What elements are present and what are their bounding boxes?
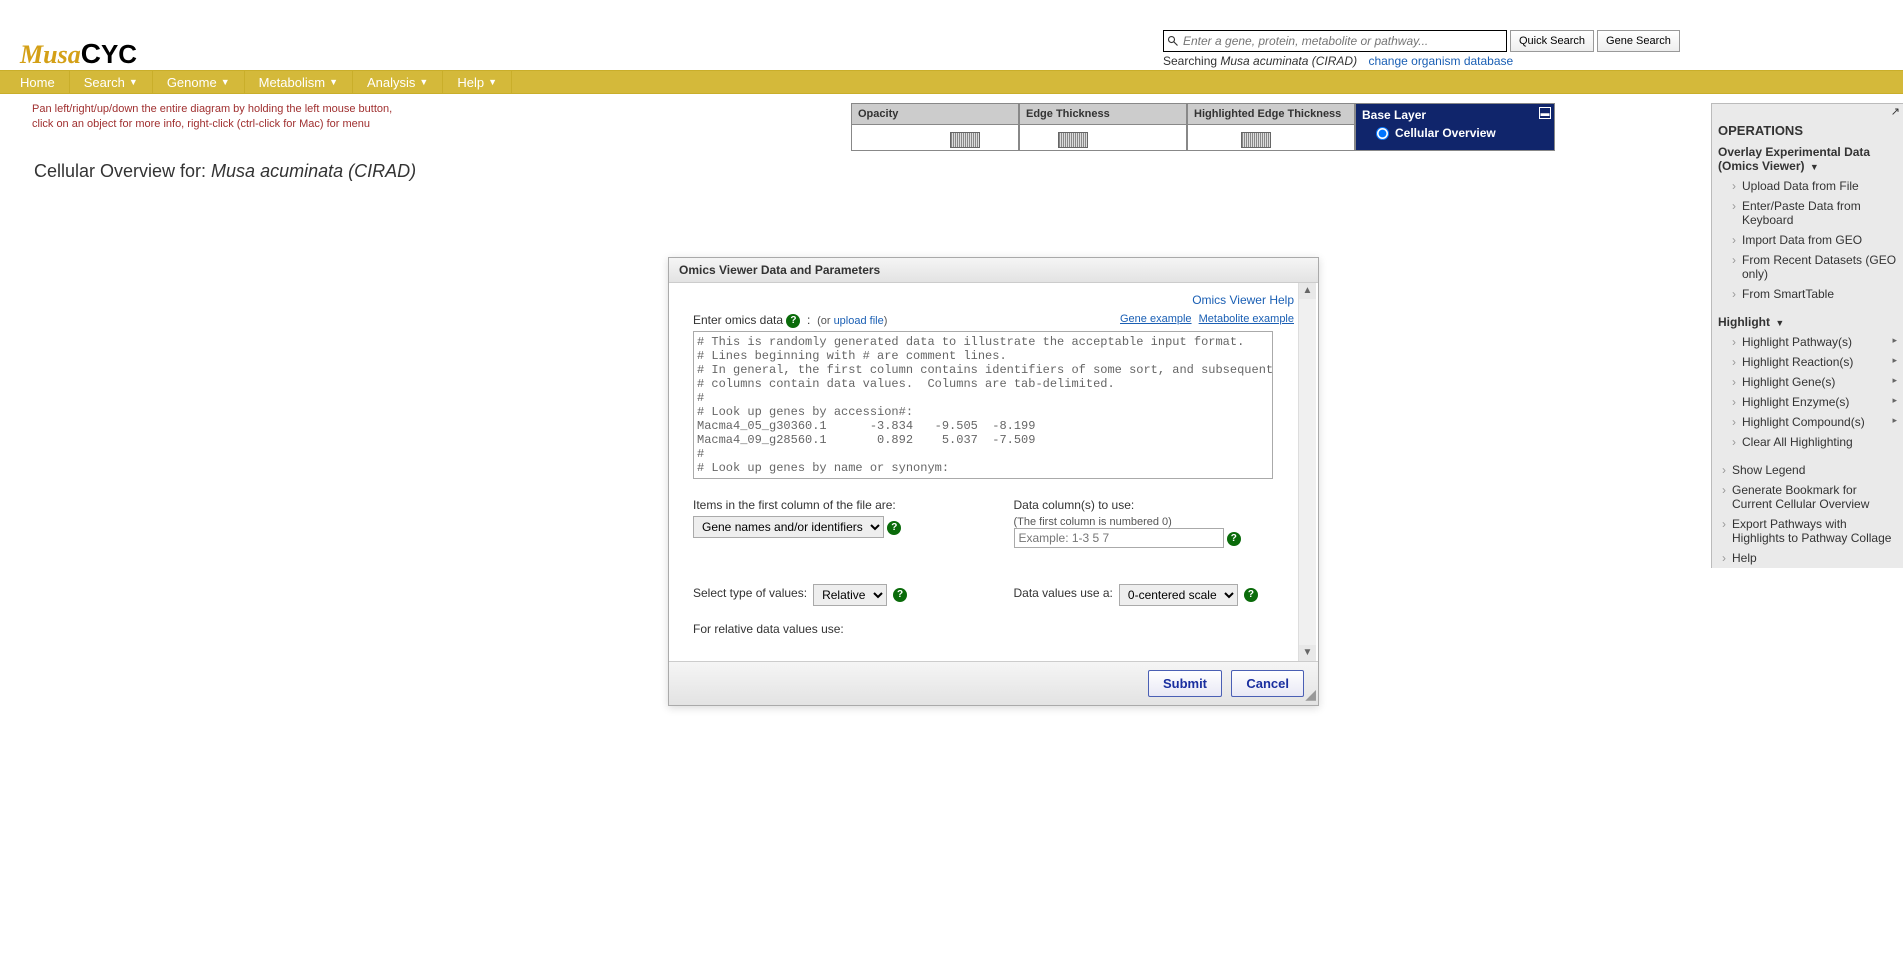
- upload-file-link[interactable]: upload file: [834, 315, 884, 327]
- type-values-label: Select type of values:: [693, 586, 807, 600]
- opacity-slider[interactable]: [852, 124, 1018, 150]
- ops-recent-datasets[interactable]: From Recent Datasets (GEO only): [1722, 250, 1903, 284]
- search-area: Quick Search Gene Search Searching Musa …: [1163, 30, 1903, 68]
- ops-highlight-pathway[interactable]: Highlight Pathway(s)▸: [1722, 332, 1903, 352]
- caret-down-icon: ▼: [1810, 162, 1819, 172]
- help-icon[interactable]: ?: [1227, 532, 1241, 546]
- navbar: Home Search▼ Genome▼ Metabolism▼ Analysi…: [0, 70, 1903, 94]
- ops-paste-data[interactable]: Enter/Paste Data from Keyboard: [1722, 196, 1903, 230]
- search-icon: [1167, 35, 1179, 47]
- nav-help[interactable]: Help▼: [443, 71, 512, 93]
- enter-data-label: Enter omics data: [693, 313, 783, 327]
- dialog-scrollbar[interactable]: ▲ ▼: [1298, 283, 1316, 661]
- ops-help[interactable]: Help: [1712, 548, 1903, 568]
- operations-panel: ↗ OPERATIONS Overlay Experimental Data (…: [1711, 103, 1903, 568]
- nav-search[interactable]: Search▼: [70, 71, 153, 93]
- ops-highlight-enzyme[interactable]: Highlight Enzyme(s)▸: [1722, 392, 1903, 412]
- edge-thickness-control: Edge Thickness: [1019, 103, 1187, 151]
- nav-genome[interactable]: Genome▼: [153, 71, 245, 93]
- omics-dialog: Omics Viewer Data and Parameters ▲ ▼ Omi…: [668, 257, 1319, 706]
- searching-organism: Musa acuminata (CIRAD): [1220, 54, 1357, 68]
- data-columns-input[interactable]: [1014, 528, 1224, 548]
- opacity-control: Opacity: [851, 103, 1019, 151]
- operations-header: OPERATIONS: [1712, 119, 1903, 142]
- base-layer-radio[interactable]: [1376, 127, 1389, 140]
- ops-highlight-reaction[interactable]: Highlight Reaction(s)▸: [1722, 352, 1903, 372]
- help-icon[interactable]: ?: [786, 314, 800, 328]
- expand-icon[interactable]: ↗: [1712, 104, 1903, 119]
- caret-down-icon: ▼: [329, 77, 338, 87]
- caret-right-icon: ▸: [1892, 395, 1897, 406]
- relative-values-label: For relative data values use:: [693, 622, 1294, 636]
- nav-metabolism[interactable]: Metabolism▼: [245, 71, 353, 93]
- ops-bookmark[interactable]: Generate Bookmark for Current Cellular O…: [1712, 480, 1903, 514]
- highlighted-edge-control: Highlighted Edge Thickness: [1187, 103, 1355, 151]
- slider-handle[interactable]: [1058, 132, 1088, 148]
- caret-down-icon: ▼: [419, 77, 428, 87]
- help-icon[interactable]: ?: [887, 521, 901, 535]
- ops-export-collage[interactable]: Export Pathways with Highlights to Pathw…: [1712, 514, 1903, 548]
- ops-highlight-compound[interactable]: Highlight Compound(s)▸: [1722, 412, 1903, 432]
- minimize-icon[interactable]: ▬: [1539, 107, 1551, 119]
- dialog-title: Omics Viewer Data and Parameters: [669, 258, 1318, 283]
- scale-label: Data values use a:: [1014, 586, 1113, 600]
- gene-search-button[interactable]: Gene Search: [1597, 30, 1680, 52]
- cancel-button[interactable]: Cancel: [1231, 670, 1304, 697]
- base-layer-panel: Base Layer ▬ Cellular Overview: [1355, 103, 1555, 151]
- control-bar: Opacity Edge Thickness Highlighted Edge …: [851, 103, 1555, 151]
- ops-upload-file[interactable]: Upload Data from File: [1722, 176, 1903, 196]
- data-columns-label: Data column(s) to use:: [1014, 498, 1295, 512]
- help-icon[interactable]: ?: [893, 588, 907, 602]
- ops-from-smarttable[interactable]: From SmartTable: [1722, 284, 1903, 304]
- ops-show-legend[interactable]: Show Legend: [1712, 460, 1903, 480]
- data-columns-note: (The first column is numbered 0): [1014, 516, 1295, 528]
- highlight-header[interactable]: Highlight ▼: [1712, 312, 1903, 332]
- submit-button[interactable]: Submit: [1148, 670, 1222, 697]
- quick-search-button[interactable]: Quick Search: [1510, 30, 1594, 52]
- caret-right-icon: ▸: [1892, 355, 1897, 366]
- caret-down-icon: ▼: [1775, 318, 1784, 328]
- items-column-select[interactable]: Gene names and/or identifiers: [693, 516, 884, 538]
- ops-highlight-gene[interactable]: Highlight Gene(s)▸: [1722, 372, 1903, 392]
- scroll-up-icon[interactable]: ▲: [1299, 283, 1316, 299]
- caret-down-icon: ▼: [129, 77, 138, 87]
- search-input-wrap[interactable]: [1163, 30, 1507, 52]
- nav-home[interactable]: Home: [6, 71, 70, 93]
- resize-grip-icon[interactable]: ◢: [1302, 689, 1316, 703]
- omics-data-textarea[interactable]: [693, 331, 1273, 479]
- help-icon[interactable]: ?: [1244, 588, 1258, 602]
- caret-right-icon: ▸: [1892, 375, 1897, 386]
- ops-import-geo[interactable]: Import Data from GEO: [1722, 230, 1903, 250]
- overlay-omics-header[interactable]: Overlay Experimental Data (Omics Viewer)…: [1712, 142, 1903, 176]
- gene-example-link[interactable]: Gene example: [1120, 313, 1192, 325]
- searching-label: Searching: [1163, 54, 1220, 68]
- logo: MusaCYC: [20, 38, 137, 70]
- items-column-label: Items in the first column of the file ar…: [693, 498, 974, 512]
- hedge-slider[interactable]: [1188, 124, 1354, 150]
- caret-down-icon: ▼: [221, 77, 230, 87]
- caret-right-icon: ▸: [1892, 415, 1897, 426]
- ops-clear-highlighting[interactable]: Clear All Highlighting: [1722, 432, 1903, 452]
- edge-slider[interactable]: [1020, 124, 1186, 150]
- change-organism-link[interactable]: change organism database: [1368, 54, 1513, 68]
- search-input[interactable]: [1179, 34, 1503, 48]
- caret-down-icon: ▼: [488, 77, 497, 87]
- caret-right-icon: ▸: [1892, 335, 1897, 346]
- slider-handle[interactable]: [1241, 132, 1271, 148]
- type-values-select[interactable]: Relative: [813, 584, 887, 606]
- metabolite-example-link[interactable]: Metabolite example: [1199, 313, 1294, 325]
- slider-handle[interactable]: [950, 132, 980, 148]
- omics-help-link[interactable]: Omics Viewer Help: [1192, 293, 1294, 307]
- scroll-down-icon[interactable]: ▼: [1299, 645, 1316, 661]
- nav-analysis[interactable]: Analysis▼: [353, 71, 443, 93]
- scale-select[interactable]: 0-centered scale: [1119, 584, 1238, 606]
- logo-musa: Musa: [20, 40, 81, 69]
